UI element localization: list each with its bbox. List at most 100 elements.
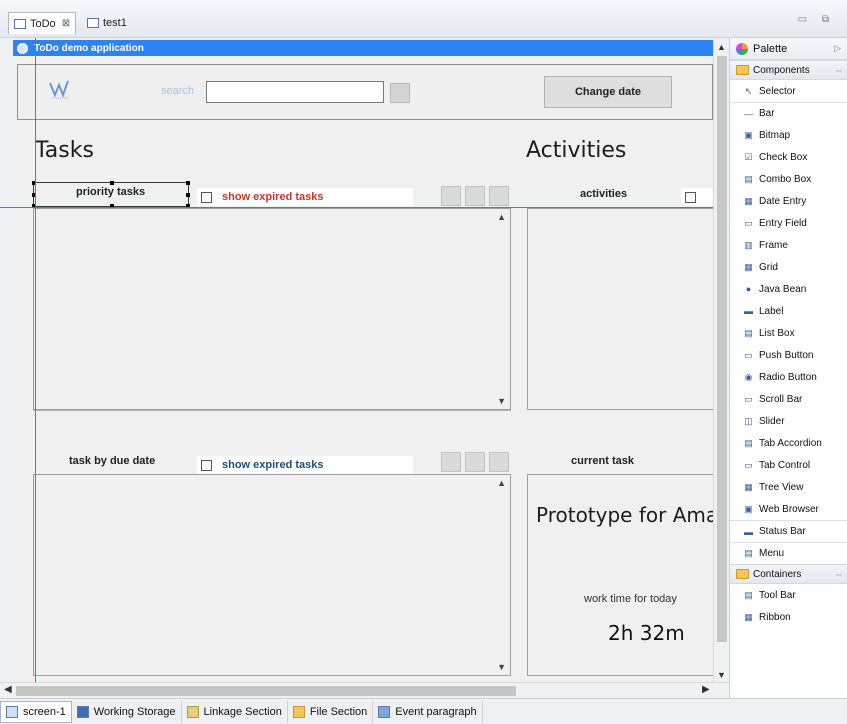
scroll-left-icon[interactable]: ◀ xyxy=(4,684,12,695)
components-drawer[interactable]: Components ⇔ xyxy=(730,60,847,80)
collapse-arrow-icon[interactable]: ▷ xyxy=(834,43,841,54)
palette-item-entry-field[interactable]: ▭ Entry Field xyxy=(730,212,847,234)
header-frame[interactable]: search Change date xyxy=(17,64,713,120)
palette-item-scroll-bar[interactable]: ▭ Scroll Bar xyxy=(730,388,847,410)
scroll-thumb[interactable] xyxy=(16,686,516,696)
work-time-label: work time for today xyxy=(584,593,677,605)
palette-item-web-browser[interactable]: ▣ Web Browser xyxy=(730,498,847,520)
palette-item-frame[interactable]: ▥ Frame xyxy=(730,234,847,256)
scroll-up-icon[interactable]: ▲ xyxy=(717,42,726,52)
grid-icon: ▦ xyxy=(744,261,753,272)
slider-icon: ◫ xyxy=(744,415,753,426)
palette-item-date-entry[interactable]: ▦ Date Entry xyxy=(730,190,847,212)
java-bean-icon: ● xyxy=(745,284,752,294)
work-time-value: 2h 32m xyxy=(608,621,685,645)
show-expired-label: show expired tasks xyxy=(222,459,324,471)
checkbox-icon[interactable] xyxy=(685,191,696,203)
tab-test1[interactable]: test1 xyxy=(82,13,132,33)
scroll-down-icon[interactable]: ▼ xyxy=(497,662,506,672)
resize-handle[interactable] xyxy=(186,181,190,185)
palette-item-combo-box[interactable]: ▤ Combo Box xyxy=(730,168,847,190)
editor-vertical-scrollbar[interactable]: ▲ ▼ xyxy=(713,40,729,682)
checkbox-icon[interactable] xyxy=(201,459,212,471)
tab-file-section[interactable]: File Section xyxy=(288,700,374,723)
scroll-up-icon[interactable]: ▲ xyxy=(497,212,506,222)
minimize-maximize-icons[interactable]: ▭ ⧉ xyxy=(798,14,835,25)
palette-item-label: Scroll Bar xyxy=(759,393,803,405)
palette-item-bitmap[interactable]: ▣ Bitmap xyxy=(730,124,847,146)
palette-item-check-box[interactable]: ☑ Check Box xyxy=(730,146,847,168)
frame-icon: ▥ xyxy=(744,239,753,250)
scroll-right-icon[interactable]: ▶ xyxy=(702,684,710,695)
palette-item-label: Date Entry xyxy=(759,195,807,207)
list-box-icon: ▤ xyxy=(744,327,753,338)
due-action-button-2[interactable] xyxy=(465,452,485,472)
search-button[interactable] xyxy=(390,83,410,103)
tool-bar-icon: ▤ xyxy=(744,589,753,600)
change-date-button[interactable]: Change date xyxy=(544,76,672,108)
palette-item-label: Entry Field xyxy=(759,217,807,229)
checkbox-icon[interactable] xyxy=(201,191,212,203)
palette-header[interactable]: Palette ▷ xyxy=(730,38,847,60)
palette-item-radio-button[interactable]: ◉ Radio Button xyxy=(730,366,847,388)
task-action-button-1[interactable] xyxy=(441,186,461,206)
activities-list[interactable] xyxy=(527,208,713,410)
palette-item-push-button[interactable]: ▭ Push Button xyxy=(730,344,847,366)
containers-list: ▤ Tool Bar ▦ Ribbon xyxy=(730,584,847,628)
palette-item-ribbon[interactable]: ▦ Ribbon xyxy=(730,606,847,628)
resize-handle[interactable] xyxy=(186,193,190,197)
palette-item-tab-control[interactable]: ▭ Tab Control xyxy=(730,454,847,476)
vertical-guide-line[interactable] xyxy=(35,38,36,708)
due-action-button-1[interactable] xyxy=(441,452,461,472)
ide-window: ToDo ⊠ test1 ▭ ⧉ ToDo demo application s… xyxy=(0,0,847,724)
task-action-button-2[interactable] xyxy=(465,186,485,206)
editor-horizontal-scrollbar[interactable]: ◀ ▶ xyxy=(0,682,729,698)
palette-item-list-box[interactable]: ▤ List Box xyxy=(730,322,847,344)
palette-item-label: Label xyxy=(759,305,784,317)
scroll-down-icon[interactable]: ▼ xyxy=(717,670,726,680)
palette-item-slider[interactable]: ◫ Slider xyxy=(730,410,847,432)
tab-working-storage[interactable]: Working Storage xyxy=(72,700,182,723)
tab-linkage-section[interactable]: Linkage Section xyxy=(182,700,288,723)
palette-item-label[interactable]: ▬ Label xyxy=(730,300,847,322)
priority-tasks-list[interactable]: ▲ ▼ xyxy=(33,208,511,410)
pin-icon[interactable]: ⇔ xyxy=(834,569,843,579)
show-expired-checkbox-1[interactable]: show expired tasks xyxy=(197,188,413,206)
palette-item-menu[interactable]: ▤ Menu xyxy=(730,542,847,564)
show-expired-label: show expired tasks xyxy=(222,191,324,203)
palette-item-label: Grid xyxy=(759,261,778,273)
design-canvas[interactable]: ToDo demo application search Change date… xyxy=(13,40,713,682)
palette-item-label: Frame xyxy=(759,239,788,251)
screen-file-icon xyxy=(14,18,26,29)
search-input[interactable] xyxy=(206,81,384,103)
palette-item-grid[interactable]: ▦ Grid xyxy=(730,256,847,278)
close-icon[interactable]: ⊠ xyxy=(62,18,70,29)
palette-item-selector[interactable]: ↖ Selector xyxy=(730,80,847,102)
priority-tasks-label: priority tasks xyxy=(76,186,146,198)
tab-event-paragraph[interactable]: Event paragraph xyxy=(373,700,483,723)
due-date-tasks-list[interactable]: ▲ ▼ xyxy=(33,474,511,676)
show-expired-checkbox-2[interactable]: show expired tasks xyxy=(197,456,413,474)
palette-item-tree-view[interactable]: ▦ Tree View xyxy=(730,476,847,498)
push-button-icon: ▭ xyxy=(744,349,753,360)
scroll-down-icon[interactable]: ▼ xyxy=(497,396,506,406)
tab-screen-1[interactable]: screen-1 xyxy=(0,700,72,723)
resize-handle[interactable] xyxy=(110,181,114,185)
scroll-thumb[interactable] xyxy=(717,56,727,642)
due-action-button-3[interactable] xyxy=(489,452,509,472)
palette-item-status-bar[interactable]: ▬ Status Bar xyxy=(730,520,847,542)
task-action-button-3[interactable] xyxy=(489,186,509,206)
horizontal-guide-line[interactable] xyxy=(0,207,724,208)
activities-checkbox[interactable] xyxy=(681,188,713,206)
tab-label: ToDo xyxy=(30,17,56,30)
current-task-panel[interactable]: Prototype for Ama work time for today 2h… xyxy=(527,474,713,676)
palette-item-bar[interactable]: — Bar xyxy=(730,102,847,124)
palette-item-label: Push Button xyxy=(759,349,814,361)
palette-item-tab-accordion[interactable]: ▤ Tab Accordion xyxy=(730,432,847,454)
scroll-up-icon[interactable]: ▲ xyxy=(497,478,506,488)
containers-drawer[interactable]: Containers ⇔ xyxy=(730,564,847,584)
pin-icon[interactable]: ⇔ xyxy=(834,65,843,75)
palette-item-java-bean[interactable]: ● Java Bean xyxy=(730,278,847,300)
palette-item-tool-bar[interactable]: ▤ Tool Bar xyxy=(730,584,847,606)
tab-todo[interactable]: ToDo ⊠ xyxy=(8,12,77,34)
